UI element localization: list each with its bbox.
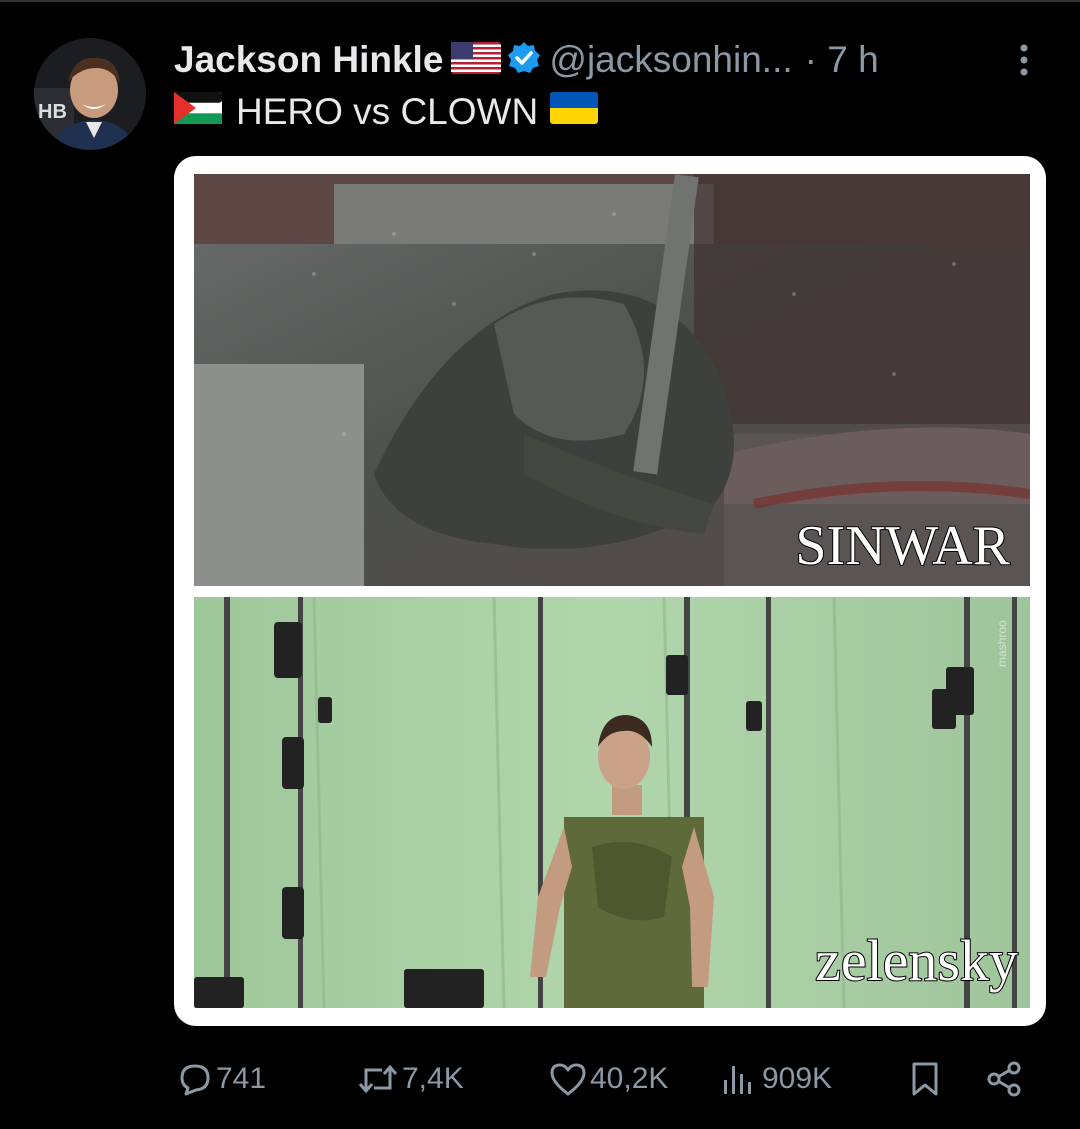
- views-icon: [724, 1066, 751, 1094]
- us-flag-icon: [451, 41, 502, 79]
- share-icon: [987, 1061, 1021, 1097]
- post-time[interactable]: · 7 h: [805, 39, 879, 81]
- bottom-caption: zelensky: [814, 928, 1019, 993]
- bookmark-icon: [912, 1062, 938, 1096]
- top-divider: [0, 0, 1080, 2]
- post-text: HERO vs CLOWN: [174, 88, 599, 136]
- author-avatar[interactable]: HB: [34, 38, 146, 150]
- top-caption: SINWAR: [794, 515, 1011, 577]
- action-bar: 741 7,4K 40,2K 909K: [0, 1050, 1080, 1110]
- repost-button[interactable]: 7,4K: [356, 1060, 464, 1098]
- avatar-badge-text: HB: [38, 101, 67, 123]
- author-handle[interactable]: @jacksonhin...: [549, 39, 792, 81]
- reply-count: 741: [216, 1062, 267, 1095]
- reply-button[interactable]: 741: [176, 1060, 266, 1098]
- media-bottom-panel: mashroo zelensky: [194, 597, 1030, 1008]
- share-button[interactable]: [984, 1060, 1024, 1098]
- views-count: 909K: [762, 1062, 833, 1095]
- views-button[interactable]: 909K: [720, 1060, 832, 1098]
- watermark: mashroo: [995, 620, 1009, 667]
- avatar-image: HB: [34, 38, 146, 150]
- repost-count: 7,4K: [402, 1062, 464, 1095]
- reply-icon: [180, 1064, 210, 1096]
- author-name[interactable]: Jackson Hinkle: [174, 39, 443, 81]
- like-count: 40,2K: [590, 1062, 669, 1095]
- ukraine-flag-icon: [550, 91, 599, 133]
- palestine-flag-icon: [174, 91, 222, 133]
- like-button[interactable]: 40,2K: [548, 1060, 668, 1098]
- post-text-content: HERO vs CLOWN: [236, 91, 539, 132]
- media-top-panel: SINWAR: [194, 174, 1030, 586]
- repost-icon: [358, 1064, 398, 1094]
- verified-badge-icon[interactable]: [507, 41, 541, 80]
- like-icon: [550, 1063, 586, 1096]
- bookmark-button[interactable]: [908, 1060, 942, 1098]
- post-media[interactable]: SINWAR mashroo zelensky: [174, 156, 1046, 1026]
- post-header: Jackson Hinkle @jacksonhin... · 7 h: [174, 36, 1054, 84]
- more-icon[interactable]: [1012, 40, 1036, 80]
